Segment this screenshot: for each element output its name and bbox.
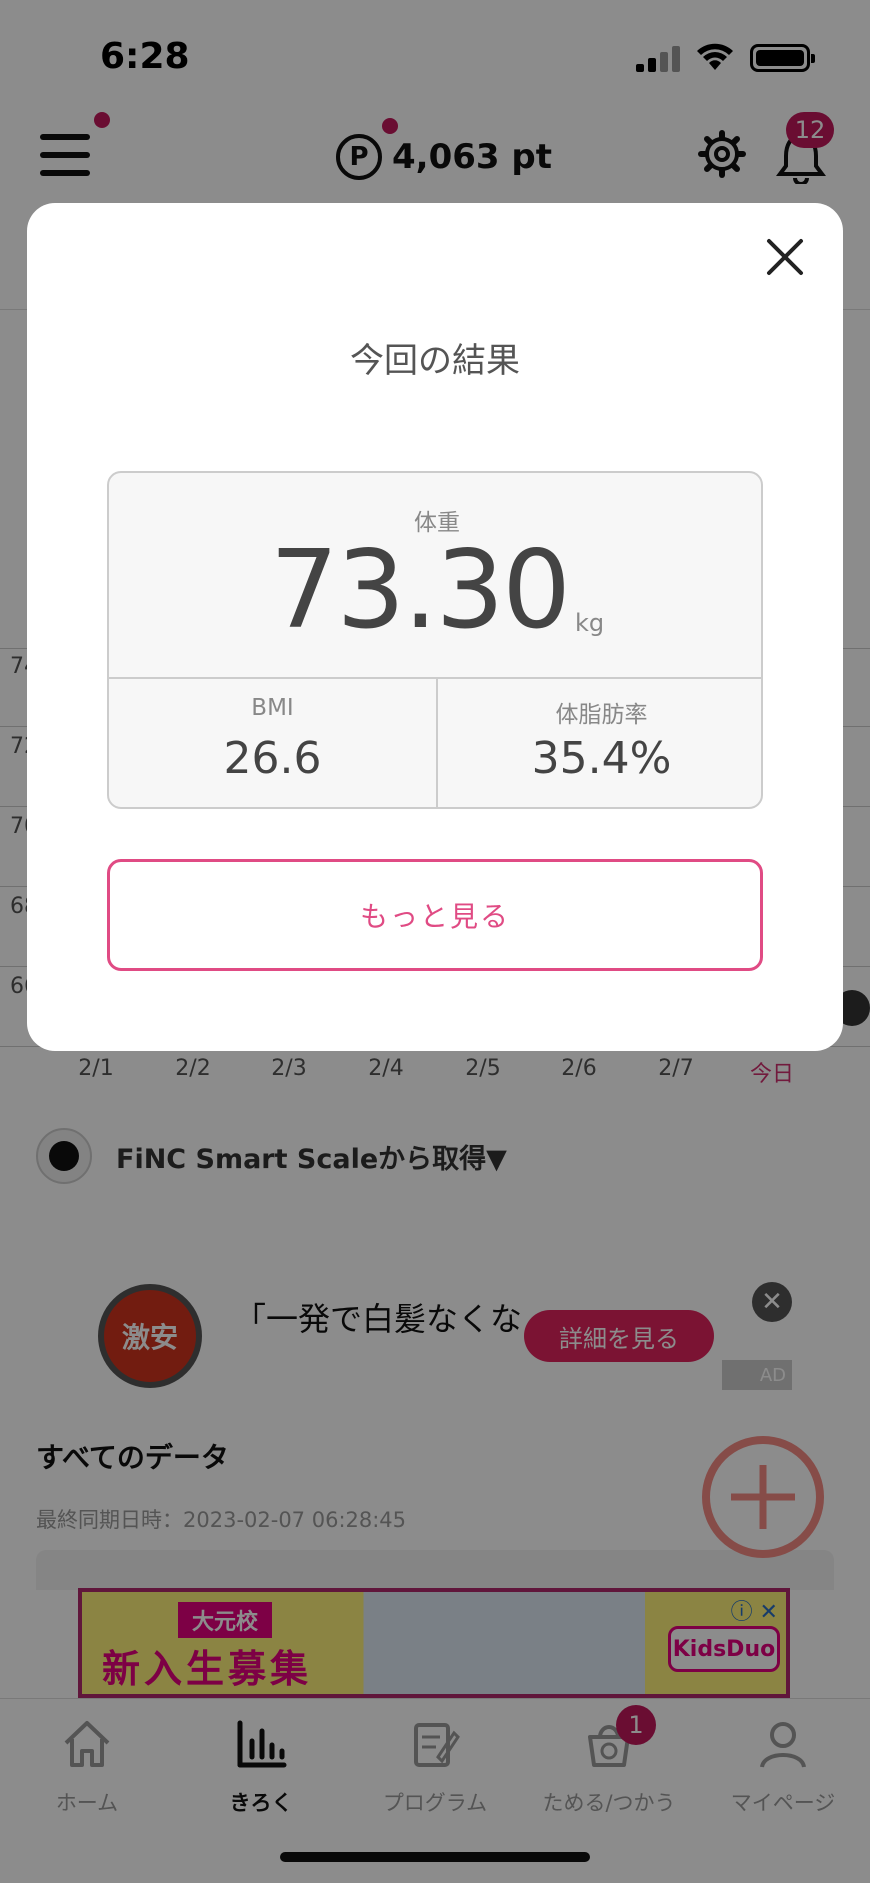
close-button[interactable]	[759, 231, 811, 283]
weight-unit: kg	[575, 609, 605, 637]
bmi-label: BMI	[251, 695, 294, 721]
modal-title: 今回の結果	[350, 341, 520, 381]
result-modal: 今回の結果 体重 73.30 kg BMI 26.6 体脂肪率 35.4% もっ…	[27, 203, 843, 1051]
result-summary: 体重 73.30 kg BMI 26.6 体脂肪率 35.4%	[107, 471, 763, 809]
weight-reading: 73.30 kg	[109, 528, 761, 653]
close-icon	[767, 239, 803, 275]
body-fat-value: 35.4%	[531, 733, 672, 784]
bmi-value: 26.6	[223, 733, 322, 784]
weight-value: 73.30	[269, 528, 571, 653]
body-fat-label: 体脂肪率	[555, 702, 648, 728]
see-more-button[interactable]: もっと見る	[107, 859, 763, 971]
